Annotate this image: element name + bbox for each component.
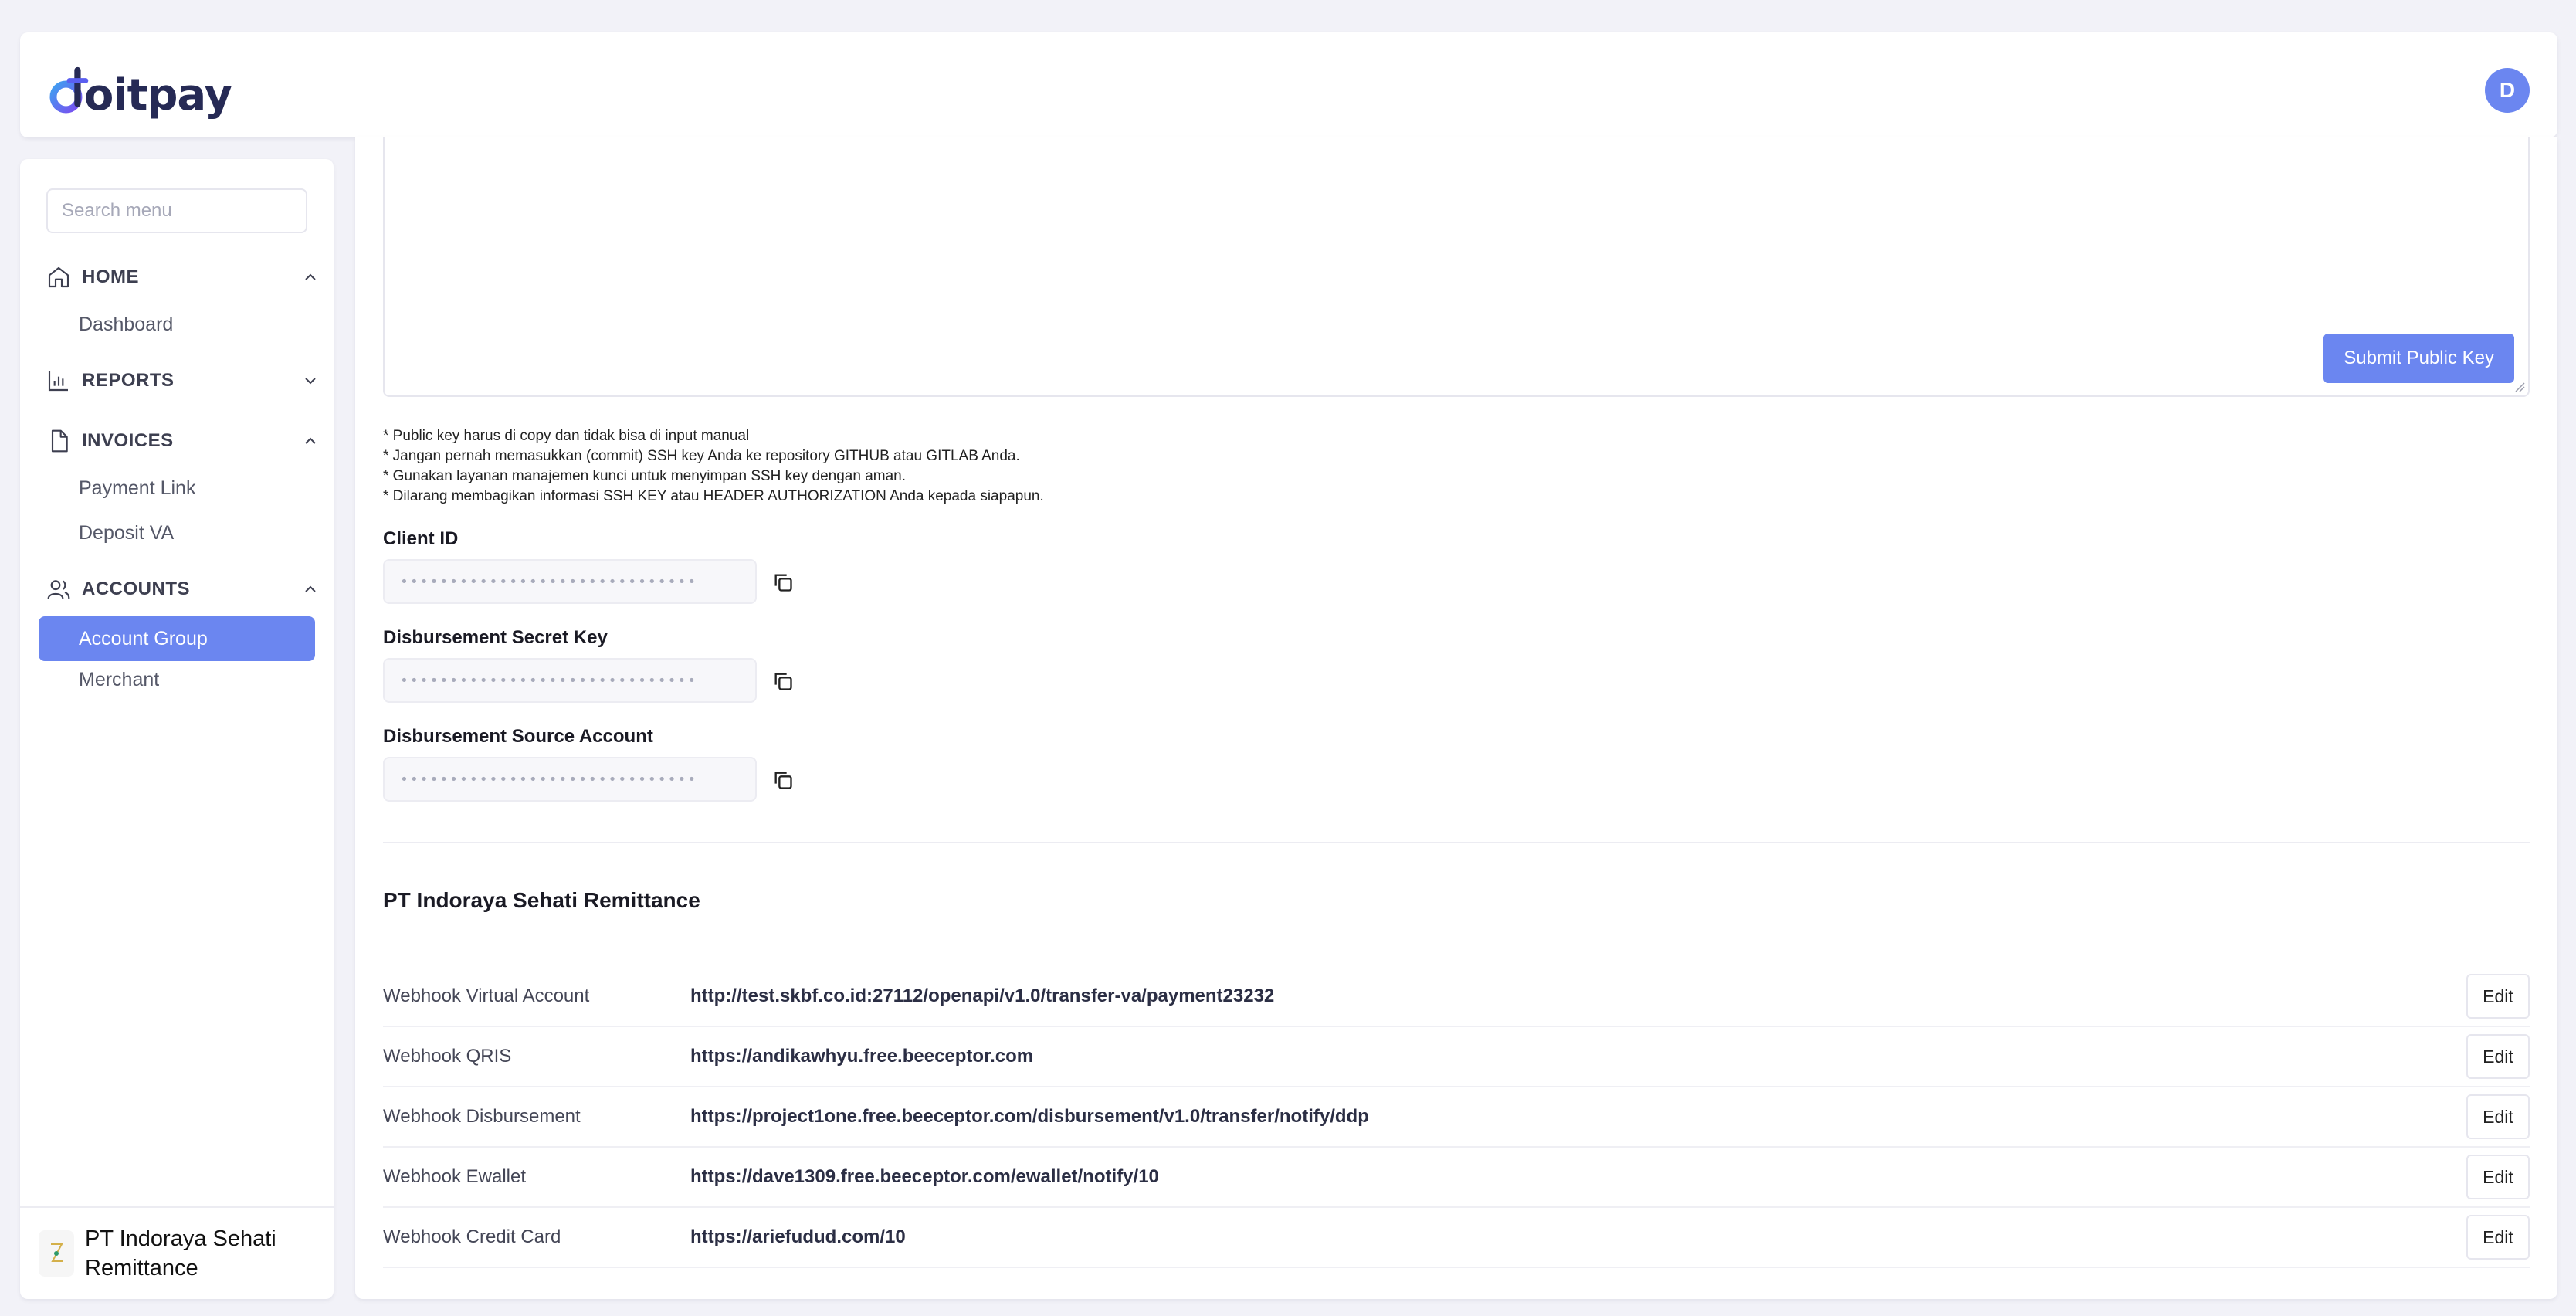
section-label-home: HOME xyxy=(82,266,139,287)
source-account-label: Disbursement Source Account xyxy=(383,726,653,747)
webhook-row-ewallet: Webhook Ewallet https://dave1309.free.be… xyxy=(383,1148,2530,1208)
secret-key-label: Disbursement Secret Key xyxy=(383,627,608,648)
chevron-up-icon xyxy=(305,585,316,592)
webhook-url: https://dave1309.free.beeceptor.com/ewal… xyxy=(690,1166,1159,1187)
section-label-reports: REPORTS xyxy=(82,370,175,391)
merchant-name-line1: PT Indoraya Sehati xyxy=(85,1226,276,1251)
document-icon xyxy=(51,429,68,453)
client-id-field[interactable]: •••••••••••••••••••••••••••••• xyxy=(383,559,757,604)
sidebar-section-home[interactable]: HOME xyxy=(46,258,324,297)
note-line: * Public key harus di copy dan tidak bis… xyxy=(383,428,750,444)
sidebar-section-reports[interactable]: REPORTS xyxy=(46,361,324,400)
note-line: * Dilarang membagikan informasi SSH KEY … xyxy=(383,488,1044,504)
home-icon xyxy=(48,266,69,288)
chevron-up-icon xyxy=(305,273,316,280)
sidebar-section-invoices[interactable]: INVOICES xyxy=(46,422,324,460)
merchant-logo-icon xyxy=(51,1243,63,1262)
secret-key-field[interactable]: •••••••••••••••••••••••••••••• xyxy=(383,658,757,703)
public-key-textarea[interactable]: Submit Public Key xyxy=(383,137,2530,397)
sidebar-item-merchant[interactable]: Merchant xyxy=(79,669,159,691)
logo-text: oitpay xyxy=(83,70,232,120)
note-line: * Jangan pernah memasukkan (commit) SSH … xyxy=(383,448,1020,464)
webhook-url: https://project1one.free.beeceptor.com/d… xyxy=(690,1106,1369,1127)
user-avatar[interactable]: D xyxy=(2485,68,2530,113)
copy-icon[interactable] xyxy=(772,572,794,593)
doitpay-logo[interactable]: oitpay xyxy=(46,54,232,128)
webhook-row-virtual-account: Webhook Virtual Account http://test.skbf… xyxy=(383,967,2530,1027)
edit-button[interactable]: Edit xyxy=(2466,1215,2530,1260)
source-account-field[interactable]: •••••••••••••••••••••••••••••• xyxy=(383,757,757,802)
edit-button[interactable]: Edit xyxy=(2466,1155,2530,1199)
security-notes: * Public key harus di copy dan tidak bis… xyxy=(383,426,1044,507)
webhook-url: http://test.skbf.co.id:27112/openapi/v1.… xyxy=(690,985,1275,1006)
client-id-label: Client ID xyxy=(383,528,459,549)
section-label-invoices: INVOICES xyxy=(82,430,174,451)
section-label-accounts: ACCOUNTS xyxy=(82,578,190,599)
webhook-row-qris: Webhook QRIS https://andikawhyu.free.bee… xyxy=(383,1027,2530,1087)
sidebar-section-accounts[interactable]: ACCOUNTS xyxy=(46,570,324,609)
users-icon xyxy=(47,580,70,599)
sidebar-merchant-footer[interactable]: PT Indoraya Sehati Remittance xyxy=(20,1206,334,1299)
submit-public-key-button[interactable]: Submit Public Key xyxy=(2323,334,2514,383)
merchant-logo xyxy=(39,1230,74,1277)
webhook-url: https://andikawhyu.free.beeceptor.com xyxy=(690,1046,1034,1067)
edit-button[interactable]: Edit xyxy=(2466,1094,2530,1139)
chevron-up-icon xyxy=(305,437,316,444)
sidebar-item-deposit-va[interactable]: Deposit VA xyxy=(79,522,174,544)
sidebar-item-account-group[interactable]: Account Group xyxy=(39,616,315,661)
webhook-label: Webhook Ewallet xyxy=(383,1166,526,1187)
edit-button[interactable]: Edit xyxy=(2466,1034,2530,1079)
edit-button[interactable]: Edit xyxy=(2466,974,2530,1019)
section-divider xyxy=(383,842,2530,843)
note-line: * Gunakan layanan manajemen kunci untuk … xyxy=(383,468,907,484)
webhook-label: Webhook Credit Card xyxy=(383,1226,561,1247)
sidebar-item-payment-link[interactable]: Payment Link xyxy=(79,477,195,500)
webhook-label: Webhook QRIS xyxy=(383,1046,512,1067)
merchant-name-line2: Remittance xyxy=(85,1256,198,1280)
chevron-down-icon xyxy=(305,378,316,385)
webhook-row-disbursement: Webhook Disbursement https://project1one… xyxy=(383,1087,2530,1148)
sidebar: HOME Dashboard REPORTS INVOICES Payment … xyxy=(20,159,334,1299)
copy-icon[interactable] xyxy=(772,769,794,791)
bar-chart-icon xyxy=(48,371,68,392)
main-content: Submit Public Key * Public key harus di … xyxy=(355,137,2557,1299)
webhook-url: https://ariefudud.com/10 xyxy=(690,1226,906,1247)
search-menu-input[interactable] xyxy=(46,188,307,233)
webhook-label: Webhook Virtual Account xyxy=(383,985,590,1006)
resize-handle-icon[interactable] xyxy=(2513,380,2525,392)
webhook-row-credit-card: Webhook Credit Card https://ariefudud.co… xyxy=(383,1208,2530,1268)
webhook-label: Webhook Disbursement xyxy=(383,1106,581,1127)
copy-icon[interactable] xyxy=(772,670,794,692)
sidebar-item-dashboard[interactable]: Dashboard xyxy=(79,314,173,336)
company-name: PT Indoraya Sehati Remittance xyxy=(383,888,700,912)
top-header: oitpay D xyxy=(20,32,2557,137)
merchant-name: PT Indoraya Sehati Remittance xyxy=(85,1224,276,1283)
